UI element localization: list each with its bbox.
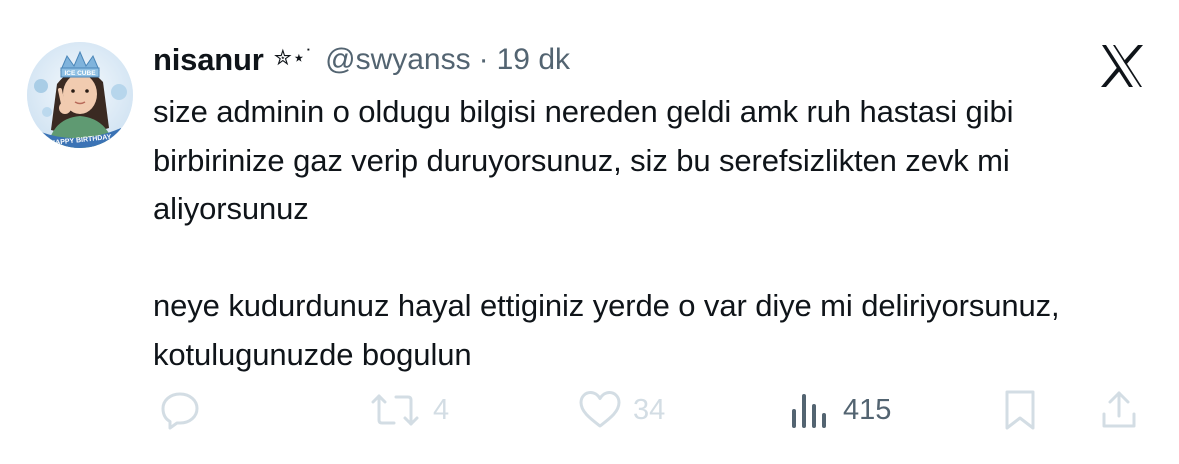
views-count: 415	[843, 393, 892, 426]
repost-icon	[367, 388, 423, 432]
action-bar: 4 34 415	[0, 386, 1179, 434]
share-icon	[1099, 388, 1139, 432]
name-decoration: ✮⋆˙	[273, 45, 314, 70]
tweet-card: ICE CUBE HAPPY BIRTHDAY nisanur ✮⋆˙ @swy…	[0, 0, 1179, 464]
heart-icon	[577, 388, 623, 432]
reply-icon	[158, 388, 202, 432]
avatar-crown-text: ICE CUBE	[64, 70, 96, 77]
share-button[interactable]	[1099, 386, 1139, 434]
repost-button[interactable]: 4	[367, 386, 449, 434]
separator-dot: ·	[478, 43, 489, 76]
like-button[interactable]: 34	[577, 386, 665, 434]
tweet-text: size adminin o oldugu bilgisi nereden ge…	[153, 94, 1060, 372]
reply-button[interactable]	[158, 386, 212, 434]
display-name[interactable]: nisanur	[153, 42, 264, 78]
x-logo-icon	[1098, 42, 1146, 90]
bookmark-button[interactable]	[1000, 386, 1040, 434]
tweet-header: nisanur ✮⋆˙ @swyanss · 19 dk	[153, 40, 570, 80]
views-chart-icon	[789, 388, 833, 432]
like-count: 34	[633, 393, 666, 426]
bookmark-icon	[1000, 388, 1040, 432]
repost-count: 4	[433, 393, 450, 426]
timestamp[interactable]: 19 dk	[497, 43, 570, 77]
views-button[interactable]: 415	[789, 386, 891, 434]
avatar[interactable]: ICE CUBE HAPPY BIRTHDAY	[27, 42, 133, 148]
user-handle[interactable]: @swyanss	[325, 43, 471, 77]
